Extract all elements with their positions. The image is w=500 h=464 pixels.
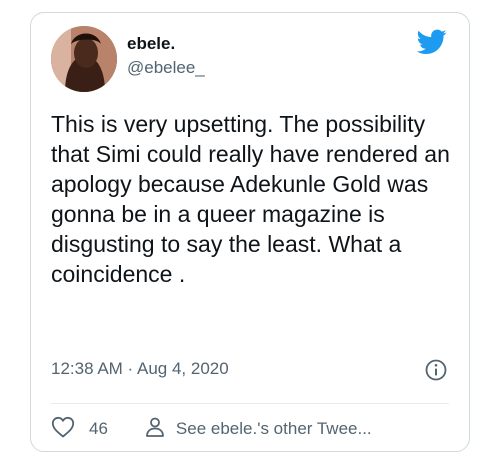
tweet-text: This is very upsetting. The possibility … bbox=[51, 111, 450, 287]
author-names: ebele. @ebelee_ bbox=[127, 33, 205, 79]
like-button[interactable]: 46 bbox=[51, 416, 108, 443]
like-count: 46 bbox=[89, 419, 108, 438]
heart-icon[interactable] bbox=[51, 416, 75, 443]
avatar[interactable] bbox=[51, 26, 117, 92]
tweet-timestamp[interactable]: 12:38 AM · Aug 4, 2020 bbox=[51, 359, 229, 379]
tweet-actions: 46 See ebele.'s other Twee... bbox=[51, 415, 451, 443]
other-tweets-link[interactable]: See ebele.'s other Twee... bbox=[144, 416, 372, 443]
user-handle[interactable]: @ebelee_ bbox=[127, 57, 205, 79]
twitter-bird-icon[interactable] bbox=[416, 29, 447, 55]
person-icon bbox=[144, 416, 166, 443]
info-icon[interactable] bbox=[425, 359, 447, 381]
tweet-card[interactable]: ebele. @ebelee_ This is very upsetting. … bbox=[30, 12, 470, 452]
divider bbox=[51, 403, 449, 404]
other-tweets-label: See ebele.'s other Twee... bbox=[175, 419, 372, 438]
display-name[interactable]: ebele. bbox=[127, 33, 205, 55]
